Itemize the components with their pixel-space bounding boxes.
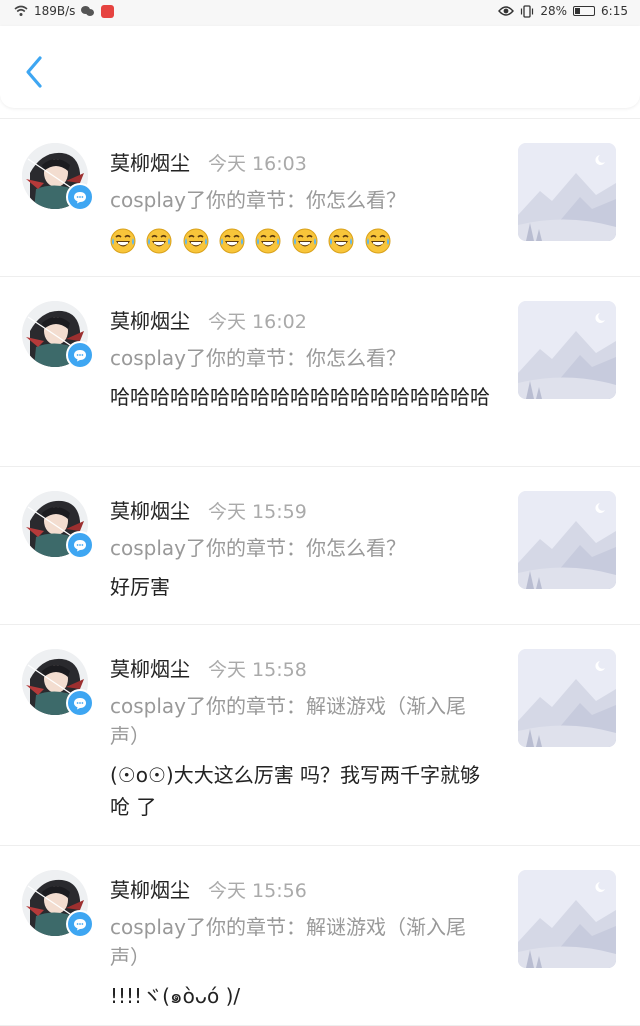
chapter-thumbnail[interactable] [518,870,616,968]
timestamp: 今天 15:59 [208,501,307,523]
wifi-icon [14,5,28,16]
app-notification-icon [101,4,115,18]
chevron-left-icon [26,56,42,88]
chapter-context[interactable]: cosplay了你的章节：你怎么看？ [110,185,490,215]
username[interactable]: 莫柳烟尘 [110,495,190,524]
battery-icon [573,6,596,16]
notification-item[interactable]: 莫柳烟尘 今天 16:02 cosplay了你的章节：你怎么看？ 哈哈哈哈哈哈哈哈哈哈… [0,277,640,467]
laugh-cry-emoji-icon [110,228,136,253]
chapter-context[interactable]: cosplay了你的章节：解谜游戏（渐入尾声） [110,912,490,972]
laugh-cry-emoji-icon [328,228,354,253]
username[interactable]: 莫柳烟尘 [110,305,190,334]
timestamp: 今天 16:02 [208,311,307,333]
notification-meta: 莫柳烟尘 今天 15:56 [110,874,307,903]
chapter-context[interactable]: cosplay了你的章节：你怎么看？ [110,533,490,563]
notification-item[interactable]: 莫柳烟尘 今天 15:59 cosplay了你的章节：你怎么看？ 好厉害 [0,467,640,625]
chapter-thumbnail[interactable] [518,143,616,241]
chapter-thumbnail[interactable] [518,649,616,747]
laugh-cry-emoji-icon [219,228,245,253]
chapter-thumbnail[interactable] [518,301,616,399]
chapter-context[interactable]: cosplay了你的章节：解谜游戏（渐入尾声） [110,691,490,751]
battery-percent: 28% [540,4,568,18]
status-left: 189B/s [14,4,115,18]
comment-text: (☉o☉)大大这么厉害 吗？我写两千字就够呛 了 [110,763,481,819]
comment-badge [66,531,94,559]
notification-meta: 莫柳烟尘 今天 16:02 [110,305,307,334]
username[interactable]: 莫柳烟尘 [110,147,190,176]
status-bar: 189B/s 28% 6:15 [0,0,640,26]
notification-item[interactable]: 莫柳烟尘 今天 15:58 cosplay了你的章节：解谜游戏（渐入尾声） (☉o☉)… [0,625,640,846]
chat-bubble-icon [74,540,86,552]
laugh-cry-emoji-icon [365,228,391,253]
laugh-cry-emoji-icon [183,228,209,253]
timestamp: 今天 15:58 [208,659,307,681]
comment-badge [66,910,94,938]
notification-item[interactable]: 莫柳烟尘 今天 16:03 cosplay了你的章节：你怎么看？ [0,119,640,277]
eye-icon [498,6,515,16]
comment-text: 哈哈哈哈哈哈哈哈哈哈哈哈哈哈哈哈哈哈哈 [110,385,490,409]
notification-meta: 莫柳烟尘 今天 15:58 [110,653,307,682]
timestamp: 今天 15:56 [208,880,307,902]
laugh-cry-emoji-icon [255,228,281,253]
clock: 6:15 [601,4,628,18]
wechat-icon [81,5,95,17]
back-button[interactable] [20,54,50,90]
username[interactable]: 莫柳烟尘 [110,874,190,903]
comment-text [110,223,490,255]
laugh-cry-emoji-icon [146,228,172,253]
notification-item[interactable]: 莫柳烟尘 今天 15:56 cosplay了你的章节：解谜游戏（渐入尾声） !!!!ヾ… [0,846,640,1026]
timestamp: 今天 16:03 [208,153,307,175]
status-right: 28% 6:15 [498,4,628,18]
notification-meta: 莫柳烟尘 今天 16:03 [110,147,307,176]
notification-list: 莫柳烟尘 今天 16:03 cosplay了你的章节：你怎么看？ 莫柳烟尘 今天… [0,118,640,1026]
net-speed: 189B/s [34,4,76,18]
chapter-thumbnail[interactable] [518,491,616,589]
header-bar [0,26,640,108]
chapter-context[interactable]: cosplay了你的章节：你怎么看？ [110,343,490,373]
notification-meta: 莫柳烟尘 今天 15:59 [110,495,307,524]
comment-text: !!!!ヾ(๑òᴗó )/ [110,984,241,1008]
comment-badge [66,341,94,369]
chat-bubble-icon [74,192,86,204]
comment-text: 好厉害 [110,575,170,599]
chat-bubble-icon [74,350,86,362]
username[interactable]: 莫柳烟尘 [110,653,190,682]
laugh-cry-emoji-icon [292,228,318,253]
comment-badge [66,183,94,211]
chat-bubble-icon [74,698,86,710]
comment-badge [66,689,94,717]
vibrate-icon [521,4,534,18]
chat-bubble-icon [74,919,86,931]
